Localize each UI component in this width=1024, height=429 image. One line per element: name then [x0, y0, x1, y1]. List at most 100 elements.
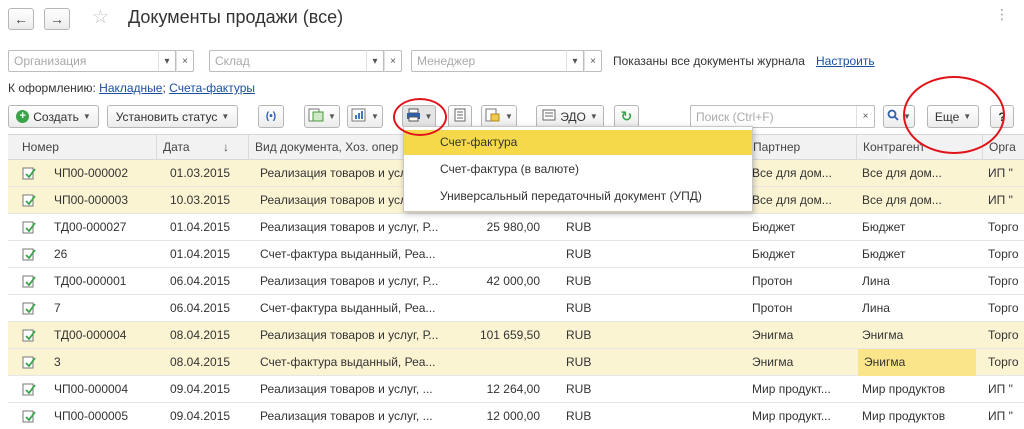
cell-contractor: Бюджет — [862, 247, 906, 261]
document-attach-icon — [485, 108, 501, 125]
triangle-down-icon: ▾ — [164, 55, 170, 67]
magnifier-icon — [887, 109, 899, 124]
warehouse-filter[interactable]: Склад ▾ × — [209, 50, 402, 72]
cell-partner: Протон — [752, 301, 793, 315]
more-button[interactable]: Еще ▼ — [927, 105, 979, 128]
cell-contractor: Лина — [862, 301, 890, 315]
cell-number: ЧП00-000005 — [54, 409, 129, 423]
cell-date: 01.04.2015 — [170, 220, 231, 234]
column-header-partner[interactable]: Партнер — [746, 135, 856, 160]
search-input[interactable]: Поиск (Ctrl+F) — [691, 110, 856, 124]
cell-organization: ИП " — [988, 166, 1013, 180]
edo-button[interactable]: ЭДО ▼ — [536, 105, 604, 128]
cell-date: 06.04.2015 — [170, 301, 231, 315]
search-clear-button[interactable]: × — [856, 106, 874, 127]
cell-contractor: Мир продуктов — [862, 409, 946, 423]
cell-partner: Протон — [752, 274, 793, 288]
table-row[interactable]: 7 06.04.2015 Счет-фактура выданный, Реа...… — [8, 295, 1024, 322]
print-button[interactable]: ▼ — [402, 105, 436, 128]
table-row[interactable]: 26 01.04.2015 Счет-фактура выданный, Реа..… — [8, 241, 1024, 268]
refresh-button[interactable]: ↻ — [614, 105, 639, 128]
cell-partner: Мир продукт... — [752, 409, 831, 423]
cell-sum: 101 659,50 — [479, 328, 540, 342]
organization-input[interactable]: Организация — [8, 50, 158, 72]
create-button[interactable]: + Создать ▼ — [8, 105, 99, 128]
cell-date: 01.03.2015 — [170, 166, 231, 180]
table-row[interactable]: ТД00-000004 08.04.2015 Реализация товаров … — [8, 322, 1024, 349]
warehouse-clear-button[interactable]: × — [384, 50, 402, 72]
edo-icon — [542, 109, 556, 124]
forward-button[interactable]: → — [44, 8, 70, 30]
column-header-number[interactable]: Номер — [8, 135, 156, 160]
report-chart-icon — [351, 108, 367, 125]
document-posted-icon — [22, 194, 36, 207]
cell-organization: Торго — [988, 355, 1019, 369]
cell-currency: RUB — [566, 220, 592, 234]
exchange-button[interactable]: (•) — [258, 105, 284, 128]
manager-input[interactable]: Менеджер — [411, 50, 566, 72]
create-based-on-button[interactable]: ▼ — [304, 105, 340, 128]
document-posted-icon — [22, 302, 36, 315]
cell-doc-type: Реализация товаров и услуг, ... — [260, 382, 433, 396]
cell-organization: Торго — [988, 328, 1019, 342]
warehouse-input[interactable]: Склад — [209, 50, 366, 72]
cell-sum: 25 980,00 — [486, 220, 540, 234]
organization-clear-button[interactable]: × — [176, 50, 194, 72]
triangle-down-icon: ▼ — [903, 112, 911, 121]
document-posted-icon — [22, 383, 36, 396]
manager-filter[interactable]: Менеджер ▾ × — [411, 50, 602, 72]
journal-button[interactable] — [448, 105, 472, 128]
arrow-left-icon: ← — [14, 11, 28, 27]
documents-green-icon — [308, 108, 324, 125]
menu-item-invoice[interactable]: Счет-фактура — [404, 130, 752, 155]
manager-clear-button[interactable]: × — [584, 50, 602, 72]
cell-organization: Торго — [988, 274, 1019, 288]
menu-item-upd[interactable]: Универсальный передаточный документ (УПД… — [404, 184, 752, 209]
table-row[interactable]: ТД00-000027 01.04.2015 Реализация товаров … — [8, 214, 1024, 241]
back-button[interactable]: ← — [8, 8, 34, 30]
search-field[interactable]: Поиск (Ctrl+F) × — [690, 105, 875, 128]
favorite-star-icon[interactable]: ☆ — [92, 6, 109, 29]
cell-currency: RUB — [566, 382, 592, 396]
configure-link[interactable]: Настроить — [816, 54, 875, 68]
cell-organization: Торго — [988, 301, 1019, 315]
set-status-button[interactable]: Установить статус ▼ — [107, 105, 238, 128]
attachments-button[interactable]: ▼ — [481, 105, 517, 128]
organization-dropdown-button[interactable]: ▾ — [158, 50, 176, 72]
draft-links: К оформлению: Накладные; Счета-фактуры — [8, 81, 255, 95]
document-posted-icon — [22, 221, 36, 234]
cell-doc-type: Реализация товаров и услуг, Р... — [260, 274, 439, 288]
cell-number: 26 — [54, 247, 68, 261]
close-icon: × — [390, 55, 396, 67]
column-header-contractor[interactable]: Контрагент — [856, 135, 982, 160]
search-options-button[interactable]: ▼ — [883, 105, 915, 128]
table-row[interactable]: ЧП00-000005 09.04.2015 Реализация товаров … — [8, 403, 1024, 429]
cell-sum — [454, 349, 546, 376]
facts-link[interactable]: Счета-фактуры — [169, 81, 255, 95]
cell-number: ТД00-000004 — [54, 328, 127, 342]
printer-icon — [406, 108, 421, 125]
warehouse-dropdown-button[interactable]: ▾ — [366, 50, 384, 72]
menu-item-invoice-currency[interactable]: Счет-фактура (в валюте) — [404, 157, 752, 182]
table-row[interactable]: 3 08.04.2015 Счет-фактура выданный, Реа...… — [8, 349, 1024, 376]
print-menu: Счет-фактура Счет-фактура (в валюте) Уни… — [403, 126, 753, 212]
organization-filter[interactable]: Организация ▾ × — [8, 50, 194, 72]
cell-number: ЧП00-000002 — [54, 166, 129, 180]
triangle-down-icon: ▾ — [372, 55, 378, 67]
column-header-organization[interactable]: Орга — [982, 135, 1024, 160]
cell-sum: 12 264,00 — [486, 382, 540, 396]
cell-contractor: Лина — [862, 274, 890, 288]
column-header-date[interactable]: Дата ↓ — [156, 135, 248, 160]
more-vertical-icon[interactable]: ⋮ — [995, 6, 1010, 23]
reports-button[interactable]: ▼ — [347, 105, 383, 128]
triangle-down-icon: ▼ — [963, 112, 972, 121]
plus-icon: + — [16, 110, 30, 123]
manager-dropdown-button[interactable]: ▾ — [566, 50, 584, 72]
table-row[interactable]: ЧП00-000004 09.04.2015 Реализация товаров … — [8, 376, 1024, 403]
help-button[interactable]: ? — [990, 105, 1014, 128]
invoices-link[interactable]: Накладные — [99, 81, 162, 95]
cell-partner: Все для дом... — [752, 193, 832, 207]
table-row[interactable]: ТД00-000001 06.04.2015 Реализация товаров … — [8, 268, 1024, 295]
signal-icon: (•) — [265, 111, 277, 122]
close-icon: × — [590, 55, 596, 67]
